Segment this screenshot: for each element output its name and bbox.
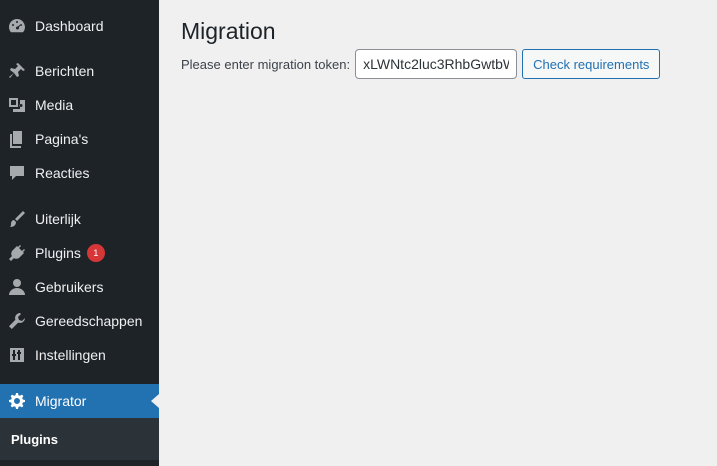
settings-sliders-icon — [7, 345, 27, 365]
check-requirements-button[interactable]: Check requirements — [522, 49, 661, 79]
sidebar-item-berichten[interactable]: Berichten — [0, 54, 159, 88]
sidebar-item-gereedschappen[interactable]: Gereedschappen — [0, 304, 159, 338]
token-label: Please enter migration token: — [181, 56, 351, 72]
sidebar-item-label: Reacties — [35, 165, 90, 181]
sidebar-item-label: Dashboard — [35, 18, 104, 34]
sidebar-item-label: Gereedschappen — [35, 313, 143, 329]
sidebar-item-paginas[interactable]: Pagina's — [0, 122, 159, 156]
comment-icon — [7, 163, 27, 183]
brush-icon — [7, 209, 27, 229]
sidebar-item-label: Migrator — [35, 393, 87, 409]
plugin-icon — [7, 243, 27, 263]
pin-icon — [7, 61, 27, 81]
sidebar-item-label: Plugins — [35, 245, 81, 261]
sidebar-item-label: Pagina's — [35, 131, 89, 147]
sidebar-item-instellingen[interactable]: Instellingen — [0, 338, 159, 372]
sidebar-item-migrator[interactable]: Migrator — [0, 384, 159, 418]
token-form: Please enter migration token: Check requ… — [181, 49, 661, 79]
sidebar-item-reacties[interactable]: Reacties — [0, 156, 159, 190]
sidebar-submenu: Plugins — [0, 418, 159, 460]
migration-token-input[interactable] — [355, 49, 518, 79]
admin-sidebar: Dashboard Berichten Media Pagina's React… — [0, 0, 159, 466]
page-title: Migration — [181, 18, 276, 44]
sidebar-item-label: Instellingen — [35, 347, 106, 363]
submenu-item-plugins[interactable]: Plugins — [11, 432, 58, 447]
active-menu-arrow — [151, 394, 159, 408]
sidebar-item-uiterlijk[interactable]: Uiterlijk — [0, 202, 159, 236]
sidebar-item-dashboard[interactable]: Dashboard — [0, 9, 159, 43]
pages-icon — [7, 129, 27, 149]
sidebar-item-label: Media — [35, 97, 74, 113]
media-icon — [7, 95, 27, 115]
wrench-icon — [7, 311, 27, 331]
sidebar-item-label: Berichten — [35, 63, 95, 79]
sidebar-item-gebruikers[interactable]: Gebruikers — [0, 270, 159, 304]
update-count-badge: 1 — [86, 244, 105, 262]
main-content: Migration Please enter migration token: … — [159, 0, 717, 466]
sidebar-item-media[interactable]: Media — [0, 88, 159, 122]
sidebar-item-plugins[interactable]: Plugins 1 — [0, 236, 159, 270]
dashboard-icon — [7, 16, 27, 36]
user-icon — [7, 277, 27, 297]
gear-icon — [7, 391, 27, 411]
sidebar-item-label: Uiterlijk — [35, 211, 81, 227]
sidebar-item-label: Gebruikers — [35, 279, 104, 295]
